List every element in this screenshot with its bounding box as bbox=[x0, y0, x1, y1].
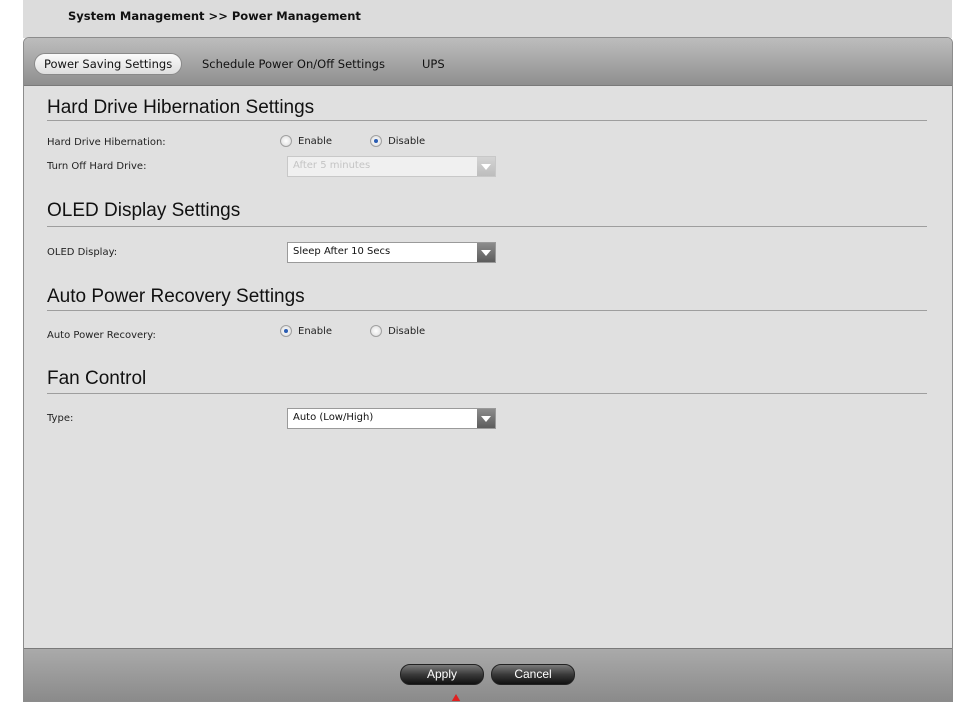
chevron-down-icon bbox=[477, 157, 495, 176]
turn-off-hard-drive-label: Turn Off Hard Drive: bbox=[47, 161, 147, 172]
hibernation-disable-label: Disable bbox=[388, 135, 426, 147]
oled-section-title: OLED Display Settings bbox=[47, 200, 241, 221]
power-management-panel: Power Saving Settings Schedule Power On/… bbox=[23, 37, 953, 702]
fan-type-select[interactable]: Auto (Low/High) bbox=[287, 408, 496, 429]
fan-section-title: Fan Control bbox=[47, 368, 147, 389]
fan-type-value: Auto (Low/High) bbox=[293, 412, 374, 423]
hibernation-enable-radio[interactable] bbox=[280, 135, 292, 147]
auto-power-recovery-label: Auto Power Recovery: bbox=[47, 330, 156, 341]
apply-button[interactable]: Apply bbox=[400, 664, 484, 685]
recovery-disable-label: Disable bbox=[388, 325, 426, 337]
recovery-disable-radio[interactable] bbox=[370, 325, 383, 337]
chevron-down-icon bbox=[477, 243, 495, 262]
tab-schedule-power-settings[interactable]: Schedule Power On/Off Settings bbox=[202, 54, 385, 74]
tab-bar: Power Saving Settings Schedule Power On/… bbox=[24, 38, 952, 86]
tab-power-saving-settings[interactable]: Power Saving Settings bbox=[34, 53, 183, 75]
footer-bar: Apply Cancel bbox=[24, 648, 952, 701]
chevron-down-icon bbox=[477, 409, 495, 428]
breadcrumb: System Management >> Power Management bbox=[68, 9, 361, 23]
recovery-radio-group: Enable Disable bbox=[280, 324, 463, 338]
turn-off-hard-drive-value: After 5 minutes bbox=[293, 160, 371, 171]
oled-section-divider bbox=[47, 226, 927, 227]
fan-section-divider bbox=[47, 393, 927, 394]
recovery-section-divider bbox=[47, 310, 927, 311]
oled-display-label: OLED Display: bbox=[47, 247, 118, 258]
oled-display-select[interactable]: Sleep After 10 Secs bbox=[287, 242, 496, 263]
recovery-section-title: Auto Power Recovery Settings bbox=[47, 286, 305, 307]
hibernation-label: Hard Drive Hibernation: bbox=[47, 137, 166, 148]
hibernation-disable-radio[interactable] bbox=[370, 135, 383, 147]
turn-off-hard-drive-select[interactable]: After 5 minutes bbox=[287, 156, 496, 177]
fan-type-label: Type: bbox=[47, 413, 74, 424]
recovery-enable-radio[interactable] bbox=[280, 325, 292, 337]
tab-ups[interactable]: UPS bbox=[422, 54, 445, 74]
oled-display-value: Sleep After 10 Secs bbox=[293, 246, 391, 257]
hibernation-enable-label: Enable bbox=[298, 135, 333, 147]
hibernation-section-title: Hard Drive Hibernation Settings bbox=[47, 97, 315, 118]
breadcrumb-bar: System Management >> Power Management bbox=[23, 0, 952, 38]
hibernation-section-divider bbox=[47, 120, 927, 121]
hibernation-radio-group: Enable Disable bbox=[280, 134, 463, 148]
recovery-enable-label: Enable bbox=[298, 325, 333, 337]
cancel-button[interactable]: Cancel bbox=[491, 664, 575, 685]
